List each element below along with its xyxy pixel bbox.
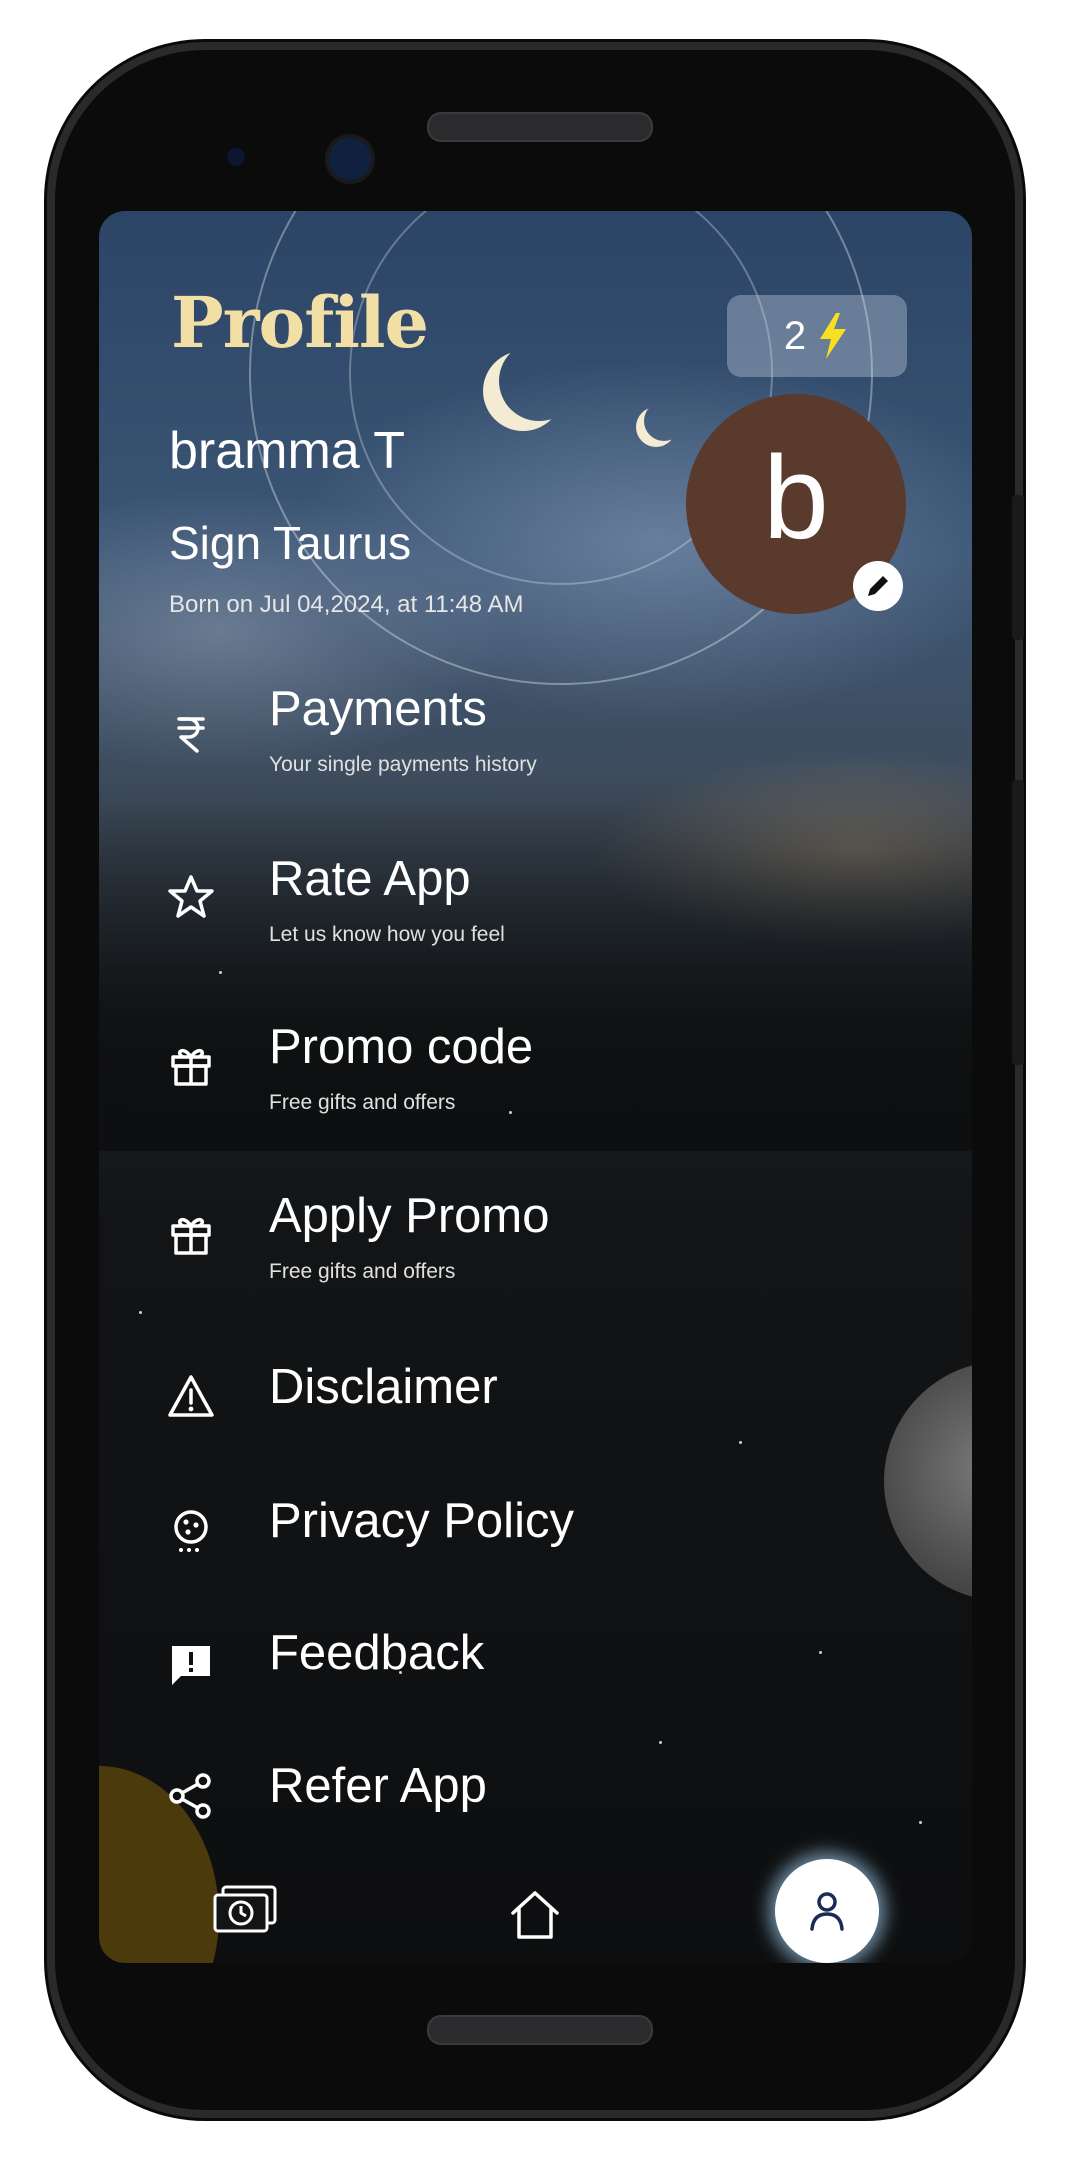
menu-item-rate-app[interactable]: Rate App Let us know how you feel bbox=[99, 851, 972, 981]
menu-subtitle: Free gifts and offers bbox=[269, 1260, 456, 1283]
profile-tab-button[interactable] bbox=[775, 1859, 879, 1963]
menu-item-privacy-policy[interactable]: Privacy Policy bbox=[99, 1493, 972, 1623]
cookie-icon bbox=[174, 1510, 208, 1552]
avatar-letter: b bbox=[763, 432, 829, 564]
menu-label: Payments bbox=[269, 682, 487, 736]
gift-icon bbox=[171, 1048, 211, 1086]
rupee-icon bbox=[177, 717, 205, 753]
edit-avatar-button[interactable] bbox=[853, 561, 903, 611]
menu-label: Promo code bbox=[269, 1020, 534, 1074]
gift-icon bbox=[171, 1217, 211, 1255]
user-icon bbox=[810, 1892, 844, 1931]
page-title: Profile bbox=[171, 281, 429, 364]
menu-subtitle: Free gifts and offers bbox=[269, 1091, 456, 1114]
zodiac-sign: Sign Taurus bbox=[169, 517, 412, 569]
lightning-bolt-icon bbox=[820, 313, 847, 359]
menu-item-apply-promo[interactable]: Apply Promo Free gifts and offers bbox=[99, 1188, 972, 1318]
power-button bbox=[1012, 495, 1024, 640]
credits-badge[interactable]: 2 bbox=[727, 295, 907, 377]
menu-item-payments[interactable]: Payments Your single payments history bbox=[99, 681, 972, 811]
top-speaker bbox=[427, 112, 653, 142]
star-icon bbox=[168, 875, 214, 918]
menu-subtitle: Your single payments history bbox=[269, 753, 537, 776]
menu-item-promo-code[interactable]: Promo code Free gifts and offers bbox=[99, 1019, 972, 1149]
birth-details: Born on Jul 04,2024, at 11:48 AM bbox=[169, 591, 524, 618]
menu-label: Apply Promo bbox=[269, 1189, 550, 1243]
feedback-icon bbox=[172, 1646, 210, 1685]
credits-count: 2 bbox=[783, 313, 807, 358]
pencil-icon bbox=[868, 576, 888, 596]
menu-label: Rate App bbox=[269, 852, 471, 906]
menu-item-disclaimer[interactable]: Disclaimer bbox=[99, 1359, 972, 1489]
menu-label: Feedback bbox=[269, 1626, 485, 1680]
menu-label: Privacy Policy bbox=[269, 1494, 574, 1548]
front-sensor bbox=[227, 148, 245, 166]
app-screen: Profile 2 b bramma T Sign Taurus Born on… bbox=[99, 211, 972, 1963]
user-name: bramma T bbox=[169, 422, 405, 480]
bottom-speaker bbox=[427, 2015, 653, 2045]
warning-icon bbox=[168, 1375, 214, 1417]
small-crescent-decoration bbox=[644, 401, 684, 441]
front-camera bbox=[329, 138, 371, 180]
crescent-moon-decoration bbox=[499, 341, 579, 421]
home-icon[interactable] bbox=[507, 1887, 563, 1943]
menu-subtitle: Let us know how you feel bbox=[269, 923, 505, 946]
menu-label: Disclaimer bbox=[269, 1360, 498, 1414]
share-icon bbox=[169, 1773, 211, 1819]
volume-button bbox=[1012, 780, 1024, 1065]
menu-label: Refer App bbox=[269, 1759, 487, 1813]
money-clock-icon[interactable] bbox=[209, 1883, 281, 1939]
menu-item-feedback[interactable]: Feedback bbox=[99, 1625, 972, 1755]
